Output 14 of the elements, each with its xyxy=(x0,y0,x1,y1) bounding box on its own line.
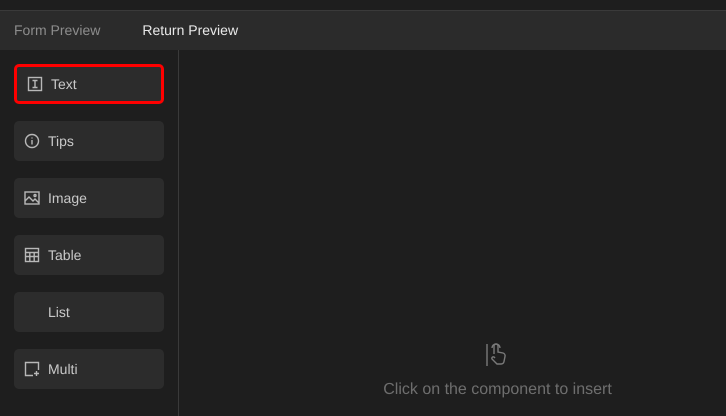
tab[interactable]: Form Preview xyxy=(14,20,100,41)
tab[interactable]: Return Preview xyxy=(142,20,238,41)
text-icon xyxy=(27,76,43,92)
add-box-icon xyxy=(24,361,40,377)
info-icon xyxy=(24,133,40,149)
component-button[interactable]: Multi xyxy=(14,349,164,389)
image-icon xyxy=(24,190,40,206)
component-button[interactable]: Tips xyxy=(14,121,164,161)
table-icon xyxy=(24,247,40,263)
component-button[interactable]: List xyxy=(14,292,164,332)
empty-hint: Click on the component to insert xyxy=(383,380,612,400)
component-button[interactable]: Table xyxy=(14,235,164,275)
component-button[interactable]: Text xyxy=(14,64,164,104)
component-button[interactable]: Image xyxy=(14,178,164,218)
